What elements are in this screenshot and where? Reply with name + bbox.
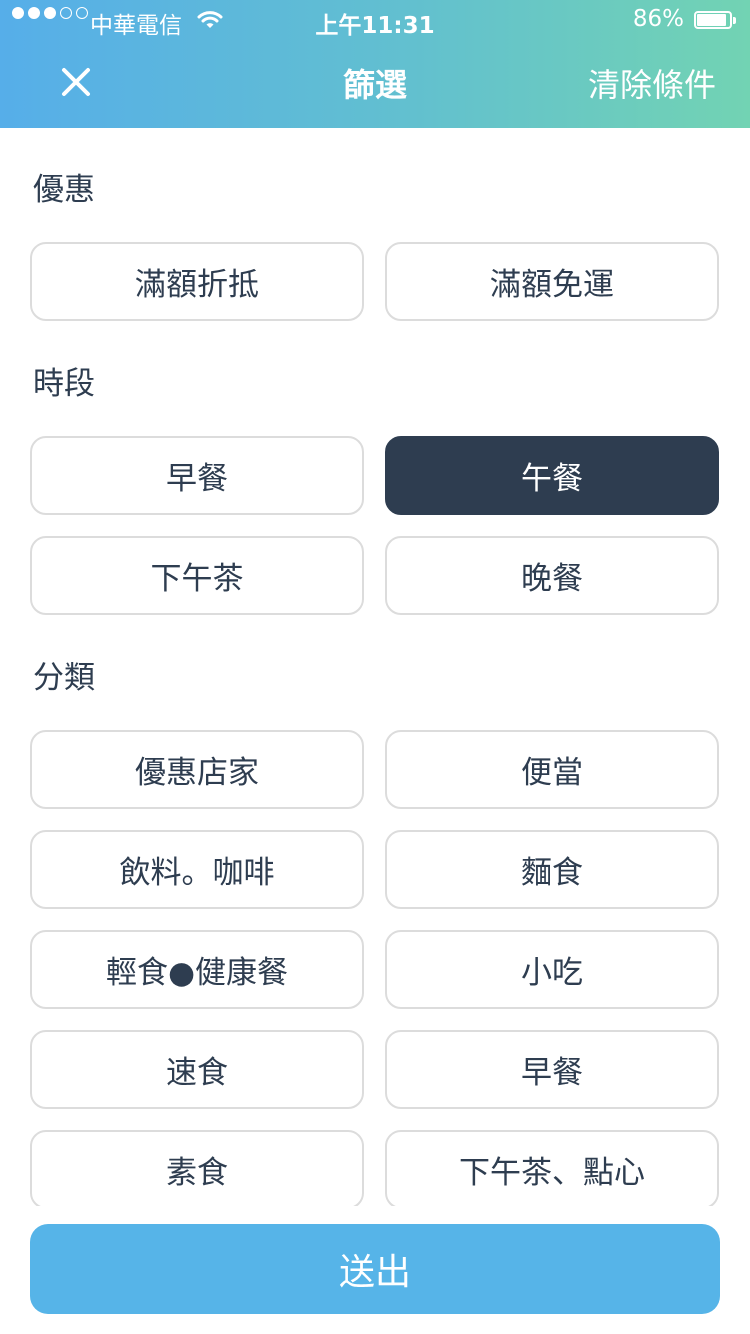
chip-discount-2[interactable]: 滿額免運 — [385, 242, 719, 321]
chip-category-4[interactable]: 麵食 — [385, 830, 719, 909]
section-title-time-period: 時段 — [33, 366, 95, 402]
submit-button[interactable]: 送出 — [30, 1224, 720, 1314]
chip-category-7[interactable]: 速食 — [30, 1030, 364, 1109]
status-bar: 中華電信 上午11:31 86% — [0, 0, 750, 40]
chip-discount-1[interactable]: 滿額折抵 — [30, 242, 364, 321]
header: 中華電信 上午11:31 86% 篩選 清除條件 — [0, 0, 750, 128]
chip-category-3[interactable]: 飲料。咖啡 — [30, 830, 364, 909]
section-title-category: 分類 — [33, 660, 95, 696]
clear-filters-button[interactable]: 清除條件 — [588, 60, 716, 106]
filter-panel: 優惠 滿額折抵 滿額免運 時段 早餐 午餐 下午茶 晚餐 分類 優惠店家 便當 … — [0, 128, 750, 1206]
chip-category-2[interactable]: 便當 — [385, 730, 719, 809]
chip-time-3[interactable]: 下午茶 — [30, 536, 364, 615]
chip-time-1[interactable]: 早餐 — [30, 436, 364, 515]
chip-category-1[interactable]: 優惠店家 — [30, 730, 364, 809]
battery-icon — [694, 11, 738, 31]
section-title-discount: 優惠 — [33, 172, 95, 208]
chip-category-9[interactable]: 素食 — [30, 1130, 364, 1206]
chip-category-10[interactable]: 下午茶、點心 — [385, 1130, 719, 1206]
battery-percentage: 86% — [632, 6, 684, 32]
chip-category-5[interactable]: 輕食●健康餐 — [30, 930, 364, 1009]
chip-category-8[interactable]: 早餐 — [385, 1030, 719, 1109]
chip-category-6[interactable]: 小吃 — [385, 930, 719, 1009]
chip-time-4[interactable]: 晚餐 — [385, 536, 719, 615]
chip-time-2-selected[interactable]: 午餐 — [385, 436, 719, 515]
